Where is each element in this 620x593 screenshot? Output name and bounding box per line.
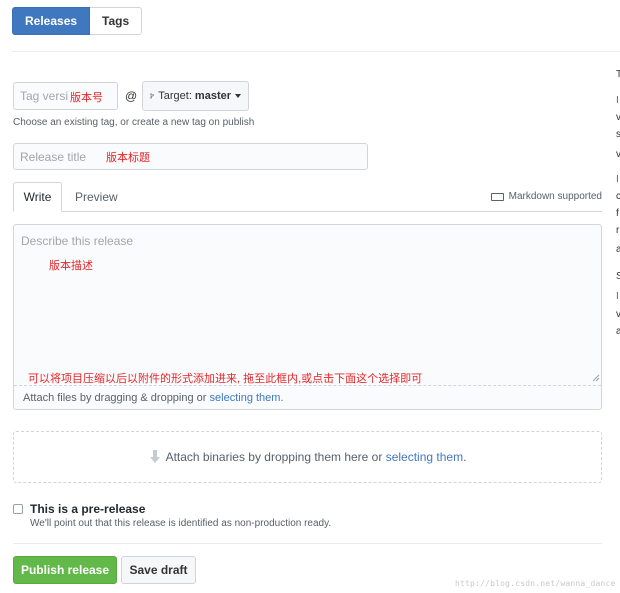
sidebar-fragment-char: I [616,95,619,106]
sidebar-fragment-char: r [616,225,620,236]
release-title-input[interactable]: Release title 版本标题 [13,143,368,170]
sidebar-fragment-char: v [616,112,620,123]
at-symbol: @ [125,89,138,103]
sidebar-fragment-char: I [616,291,619,302]
prerelease-note: We'll point out that this release is ide… [30,518,332,529]
divider [13,543,602,544]
sidebar-fragment-char: v [616,149,620,160]
editor-tabs: Write Preview Markdown supported [13,182,602,212]
attach-files-end: . [280,391,284,404]
markdown-supported-link[interactable]: Markdown supported [490,191,602,202]
target-branch-value: master [194,90,231,102]
tag-version-placeholder: Tag versi [20,89,69,103]
description-placeholder: Describe this release [21,234,134,248]
sidebar-fragment-char: a [616,326,620,337]
download-arrow-icon [149,450,160,463]
attach-files-text: Attach files by dragging & dropping or [23,391,207,404]
tab-releases[interactable]: Releases [12,7,91,35]
markdown-supported-label: Markdown supported [508,191,602,202]
caret-down-icon [235,94,241,98]
release-title-annotation: 版本标题 [106,151,151,164]
markdown-icon [490,192,504,201]
tag-help-text: Choose an existing tag, or create a new … [13,117,255,128]
attach-files-bar[interactable]: Attach files by dragging & dropping or s… [14,385,601,409]
release-tabs: Releases Tags [12,7,143,35]
sidebar-fragment-char: s [616,129,620,140]
target-label: Target: [158,90,192,102]
release-description-textarea[interactable]: Describe this release 版本描述 可以将项目压缩以后以附件的… [13,224,602,410]
tag-version-annotation: 版本号 [70,92,103,104]
tag-version-input[interactable]: Tag versi 版本号 [13,82,118,110]
release-title-placeholder: Release title [20,149,87,164]
prerelease-checkbox[interactable] [13,504,23,514]
sidebar-fragment-char: v [616,309,620,320]
watermark: http://blog.csdn.net/wanna_dance [455,579,616,588]
binaries-text: Attach binaries by dropping them here or [165,450,383,464]
resize-handle-icon[interactable] [592,374,600,382]
sidebar-fragment-char: f [616,208,619,219]
tab-tags[interactable]: Tags [90,7,143,35]
target-branch-button[interactable]: Target: master [142,81,249,111]
tab-preview[interactable]: Preview [75,182,118,212]
save-draft-button[interactable]: Save draft [121,556,196,584]
divider [12,51,620,52]
attach-annotation: 可以将项目压缩以后以附件的形式添加进来, 拖至此框内,或点击下面这个选择即可 [28,373,423,385]
tab-write[interactable]: Write [13,182,62,212]
sidebar-fragment-char: a [616,244,620,255]
sidebar-fragment-char: T [616,69,620,80]
binaries-select-link[interactable]: selecting them [386,450,463,464]
attach-files-link[interactable]: selecting them [210,392,281,404]
description-annotation: 版本描述 [49,260,93,272]
publish-release-button[interactable]: Publish release [13,556,117,584]
sidebar-fragment-char: S [616,271,620,282]
binaries-drop-zone[interactable]: Attach binaries by dropping them here or… [13,431,602,483]
sidebar-fragment-char: c [616,191,620,202]
binaries-end: . [463,450,467,464]
branch-icon [150,93,155,99]
sidebar-fragment-char: I [616,174,619,185]
prerelease-label[interactable]: This is a pre-release [30,502,145,516]
